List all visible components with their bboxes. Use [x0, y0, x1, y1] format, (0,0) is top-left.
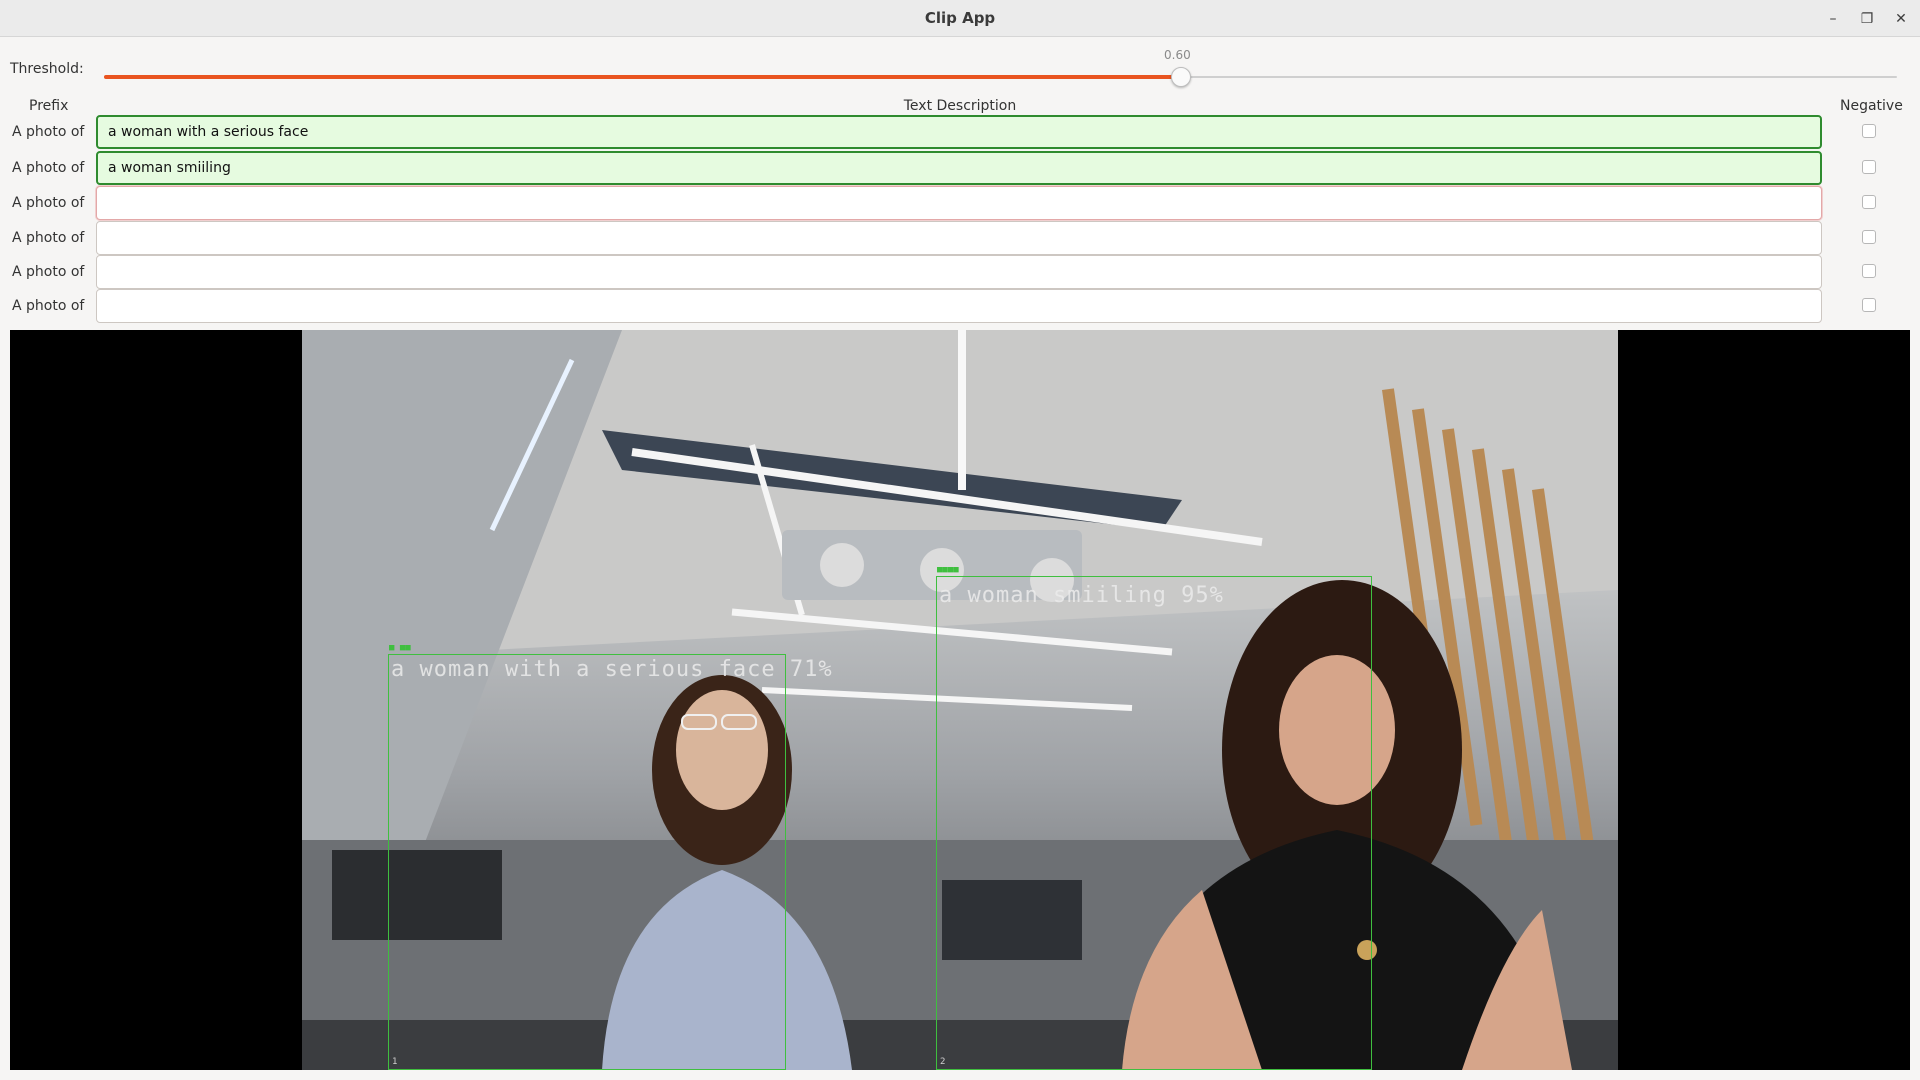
row-prefix-label: A photo of	[12, 298, 85, 314]
threshold-slider-fill	[104, 75, 1180, 79]
threshold-value: 0.60	[1164, 48, 1191, 62]
threshold-slider[interactable]	[104, 67, 1897, 87]
camera-feed: ■ ■■ a woman with a serious face 71% 1 ■…	[302, 330, 1618, 1070]
detection-index: 2	[940, 1057, 946, 1067]
threshold-label: Threshold:	[10, 61, 84, 77]
window-title: Clip App	[924, 9, 996, 27]
prompt-row: A photo of	[0, 221, 1920, 255]
detection-index: 1	[392, 1057, 398, 1067]
close-icon[interactable]: ✕	[1890, 8, 1912, 30]
detection-tag: ■■■■	[937, 565, 959, 575]
detection-tag: ■ ■■	[389, 643, 411, 653]
description-input[interactable]	[96, 186, 1822, 220]
row-prefix-label: A photo of	[12, 230, 85, 246]
detection-box: ■■■■ a woman smiiling 95% 2	[936, 565, 1372, 1070]
maximize-icon[interactable]: ❐	[1856, 8, 1878, 30]
video-panel: ■ ■■ a woman with a serious face 71% 1 ■…	[10, 330, 1910, 1070]
negative-checkbox[interactable]	[1862, 264, 1876, 278]
negative-checkbox[interactable]	[1862, 230, 1876, 244]
prompt-row: A photo of	[0, 115, 1920, 149]
description-input[interactable]	[96, 255, 1822, 289]
detection-label: a woman with a serious face 71%	[391, 657, 833, 682]
row-prefix-label: A photo of	[12, 264, 85, 280]
description-input[interactable]	[96, 115, 1822, 149]
description-input[interactable]	[96, 151, 1822, 185]
row-prefix-label: A photo of	[12, 195, 85, 211]
negative-checkbox[interactable]	[1862, 160, 1876, 174]
app-window: Clip App – ❐ ✕ Threshold: 0.60 Prefix Te…	[0, 0, 1920, 1080]
threshold-slider-handle[interactable]	[1170, 67, 1191, 87]
description-column-header: Text Description	[903, 98, 1017, 114]
detection-label: a woman smiiling 95%	[939, 583, 1224, 608]
prompt-row: A photo of	[0, 255, 1920, 289]
row-prefix-label: A photo of	[12, 160, 85, 176]
detection-box: ■ ■■ a woman with a serious face 71% 1	[388, 643, 832, 1070]
row-prefix-label: A photo of	[12, 124, 85, 140]
prompt-row: A photo of	[0, 186, 1920, 220]
description-input[interactable]	[96, 289, 1822, 323]
description-input[interactable]	[96, 221, 1822, 255]
title-bar[interactable]: Clip App – ❐ ✕	[0, 0, 1920, 37]
negative-checkbox[interactable]	[1862, 195, 1876, 209]
negative-checkbox[interactable]	[1862, 124, 1876, 138]
minimize-icon[interactable]: –	[1822, 8, 1844, 30]
prompt-row: A photo of	[0, 289, 1920, 323]
negative-checkbox[interactable]	[1862, 298, 1876, 312]
prompt-row: A photo of	[0, 151, 1920, 185]
negative-column-header: Negative	[1840, 98, 1903, 114]
